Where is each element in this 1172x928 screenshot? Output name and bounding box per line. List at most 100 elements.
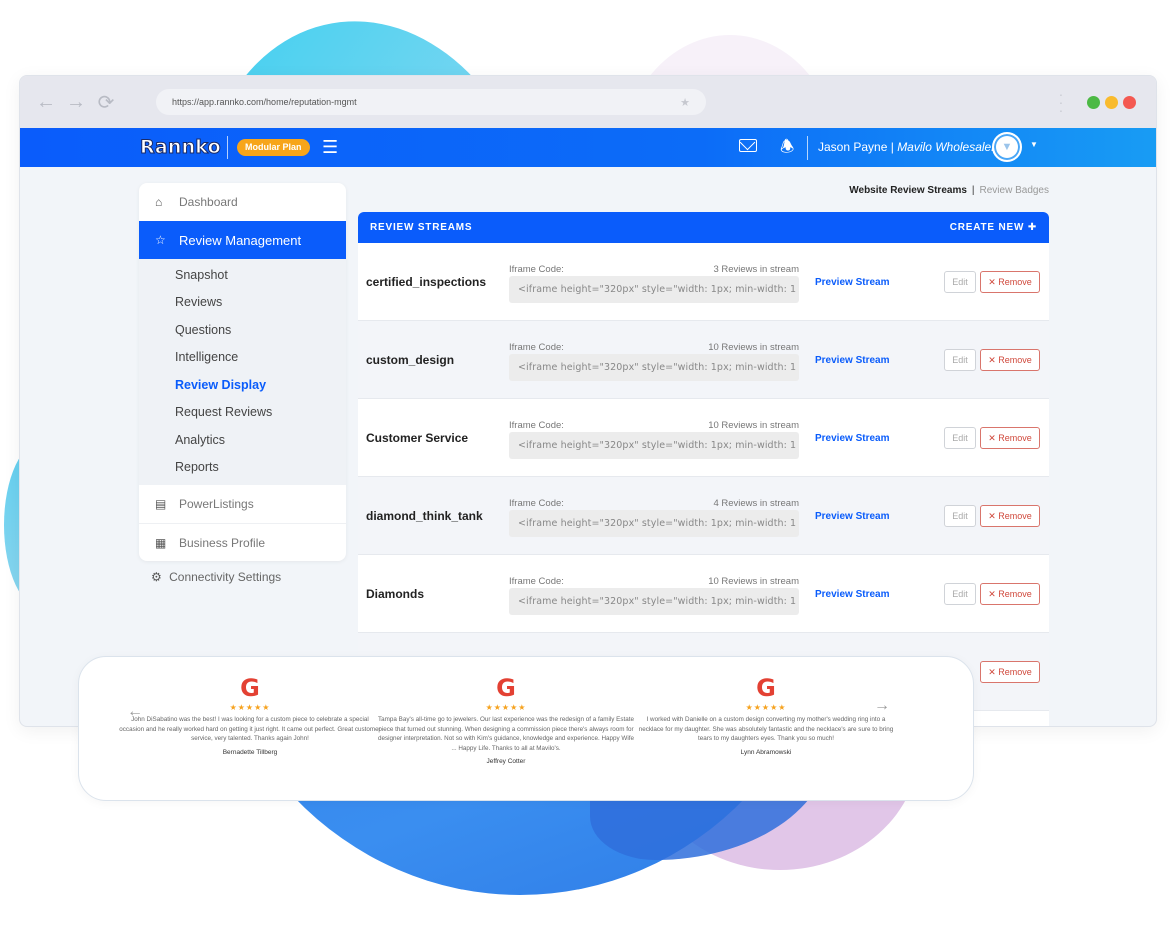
edit-button[interactable]: Edit xyxy=(944,583,976,605)
review-card: G ★★★★★ John DiSabatino was the best! I … xyxy=(119,675,381,756)
app-header: Rannko Modular Plan ☰ 🕭 Jason Payne | Ma… xyxy=(20,128,1156,167)
stream-row: diamond_think_tank Iframe Code: 4 Reviews … xyxy=(358,477,1049,555)
review-text: Tampa Bay's all-time go to jewelers. Our… xyxy=(377,716,635,752)
back-arrow-icon[interactable]: ← xyxy=(36,91,56,114)
stream-row: Diamonds Iframe Code: 10 Reviews in stream… xyxy=(358,555,1049,633)
panel-title: REVIEW STREAMS xyxy=(370,222,473,233)
review-count: 10 Reviews in stream xyxy=(708,342,799,353)
review-author: Lynn Abramowski xyxy=(740,748,792,756)
stream-row: certified_inspections Iframe Code: 3 Revie… xyxy=(358,243,1049,321)
review-card: G ★★★★★ Tampa Bay's all-time go to jewel… xyxy=(375,675,637,765)
iframe-code-label: Iframe Code: xyxy=(509,576,564,587)
iframe-code-label: Iframe Code: xyxy=(509,264,564,275)
forward-arrow-icon[interactable]: → xyxy=(66,91,86,114)
google-icon: G xyxy=(496,674,516,702)
review-widget-preview: ← G ★★★★★ John DiSabatino was the best! … xyxy=(78,656,974,801)
stream-name: diamond_think_tank xyxy=(366,509,483,523)
remove-button[interactable]: ✕ Remove xyxy=(980,505,1040,527)
star-rating: ★★★★★ xyxy=(485,703,527,712)
connectivity-settings-link[interactable]: ⚙ Connectivity Settings xyxy=(151,570,281,584)
preview-stream-link[interactable]: Preview Stream xyxy=(815,355,890,366)
review-author: Bernadette Tillberg xyxy=(222,748,278,756)
close-icon: ✕ xyxy=(988,355,999,365)
maximize-dot[interactable] xyxy=(1087,96,1100,109)
preview-stream-link[interactable]: Preview Stream xyxy=(815,277,890,288)
iframe-code-field[interactable]: <iframe height="320px" style="width: 1px… xyxy=(509,588,799,615)
remove-label: Remove xyxy=(998,277,1032,287)
user-menu[interactable]: Jason Payne | Mavilo Wholesalers xyxy=(818,140,1001,154)
close-icon: ✕ xyxy=(988,433,999,443)
edit-button[interactable]: Edit xyxy=(944,349,976,371)
close-icon: ✕ xyxy=(988,589,999,599)
submenu-item-snapshot[interactable]: Snapshot xyxy=(139,261,346,289)
remove-button[interactable]: ✕ Remove xyxy=(980,583,1040,605)
tab-website-review-streams[interactable]: Website Review Streams xyxy=(849,185,967,196)
remove-button[interactable]: ✕ Remove xyxy=(980,349,1040,371)
minimize-dot[interactable] xyxy=(1105,96,1118,109)
tab-review-badges[interactable]: Review Badges xyxy=(980,185,1049,196)
close-dot[interactable] xyxy=(1123,96,1136,109)
arrow-right-icon[interactable]: → xyxy=(874,697,890,715)
submenu-item-analytics[interactable]: Analytics xyxy=(139,426,346,454)
submenu-item-questions[interactable]: Questions xyxy=(139,316,346,344)
hamburger-menu-icon[interactable]: ☰ xyxy=(322,138,338,156)
edit-button[interactable]: Edit xyxy=(944,271,976,293)
review-card: G ★★★★★ I worked with Danielle on a cust… xyxy=(635,675,897,756)
star-icon: ☆ xyxy=(155,233,166,247)
reload-icon[interactable]: ⟳ xyxy=(96,90,116,115)
caret-down-icon[interactable]: ▼ xyxy=(1030,140,1038,149)
create-new-label: CREATE NEW xyxy=(949,222,1025,233)
home-icon: ⌂ xyxy=(155,195,163,209)
review-count: 10 Reviews in stream xyxy=(708,576,799,587)
sidebar-item-label: PowerListings xyxy=(179,497,254,511)
bell-icon[interactable]: 🕭 xyxy=(780,136,794,163)
avatar[interactable]: ▼ xyxy=(992,132,1022,162)
submenu-item-reports[interactable]: Reports xyxy=(139,454,346,482)
browser-chrome: ← → ⟳ https://app.rannko.com/home/reputa… xyxy=(20,76,1156,128)
review-author: Jeffrey Cotter xyxy=(486,758,526,765)
preview-stream-link[interactable]: Preview Stream xyxy=(815,589,890,600)
connectivity-label: Connectivity Settings xyxy=(169,570,282,584)
review-count: 10 Reviews in stream xyxy=(708,420,799,431)
separator: | xyxy=(887,140,898,154)
close-icon: ✕ xyxy=(988,511,999,521)
iframe-code-label: Iframe Code: xyxy=(509,498,564,509)
submenu-item-request-reviews[interactable]: Request Reviews xyxy=(139,399,346,427)
remove-button[interactable]: ✕ Remove xyxy=(980,271,1040,293)
preview-stream-link[interactable]: Preview Stream xyxy=(815,511,890,522)
rannko-logo[interactable]: Rannko xyxy=(140,136,222,159)
iframe-code-field[interactable]: <iframe height="320px" style="width: 1px… xyxy=(509,432,799,459)
close-icon: ✕ xyxy=(988,667,999,677)
create-new-button[interactable]: CREATE NEW ✚ xyxy=(950,222,1037,233)
sidebar-item-dashboard[interactable]: ⌂ Dashboard xyxy=(139,183,346,221)
submenu-item-intelligence[interactable]: Intelligence xyxy=(139,344,346,372)
sidebar-item-review-management[interactable]: ☆ Review Management xyxy=(139,221,346,259)
remove-button[interactable]: ✕ Remove xyxy=(980,661,1040,683)
view-tabs: Website Review Streams | Review Badges xyxy=(849,185,1049,196)
review-streams-panel: REVIEW STREAMS CREATE NEW ✚ certified_in… xyxy=(358,212,1049,726)
submenu-item-reviews[interactable]: Reviews xyxy=(139,289,346,317)
iframe-code-field[interactable]: <iframe height="320px" style="width: 1px… xyxy=(509,354,799,381)
kebab-menu-icon[interactable]: · · · xyxy=(1058,87,1064,117)
sidebar-item-business-profile[interactable]: ▦ Business Profile xyxy=(139,523,346,561)
url-text: https://app.rannko.com/home/reputation-m… xyxy=(172,97,357,107)
remove-button[interactable]: ✕ Remove xyxy=(980,427,1040,449)
iframe-code-field[interactable]: <iframe height="320px" style="width: 1px… xyxy=(509,510,799,537)
stream-name: custom_design xyxy=(366,353,455,367)
edit-button[interactable]: Edit xyxy=(944,505,976,527)
mail-icon[interactable] xyxy=(739,139,757,152)
preview-stream-link[interactable]: Preview Stream xyxy=(815,433,890,444)
user-name: Jason Payne xyxy=(818,140,888,154)
submenu-item-review-display[interactable]: Review Display xyxy=(139,371,346,399)
sidebar-item-powerlistings[interactable]: ▤ PowerListings xyxy=(139,485,346,523)
bookmark-star-icon[interactable]: ★ xyxy=(680,96,690,109)
stream-row: Customer Service Iframe Code: 10 Reviews i… xyxy=(358,399,1049,477)
address-bar[interactable]: https://app.rannko.com/home/reputation-m… xyxy=(156,89,706,115)
google-icon: G xyxy=(240,674,260,702)
review-management-submenu: Snapshot Reviews Questions Intelligence … xyxy=(139,259,346,485)
iframe-code-field[interactable]: <iframe height="320px" style="width: 1px… xyxy=(509,276,799,303)
remove-label: Remove xyxy=(998,511,1032,521)
star-rating: ★★★★★ xyxy=(745,703,787,712)
remove-label: Remove xyxy=(998,433,1032,443)
edit-button[interactable]: Edit xyxy=(944,427,976,449)
